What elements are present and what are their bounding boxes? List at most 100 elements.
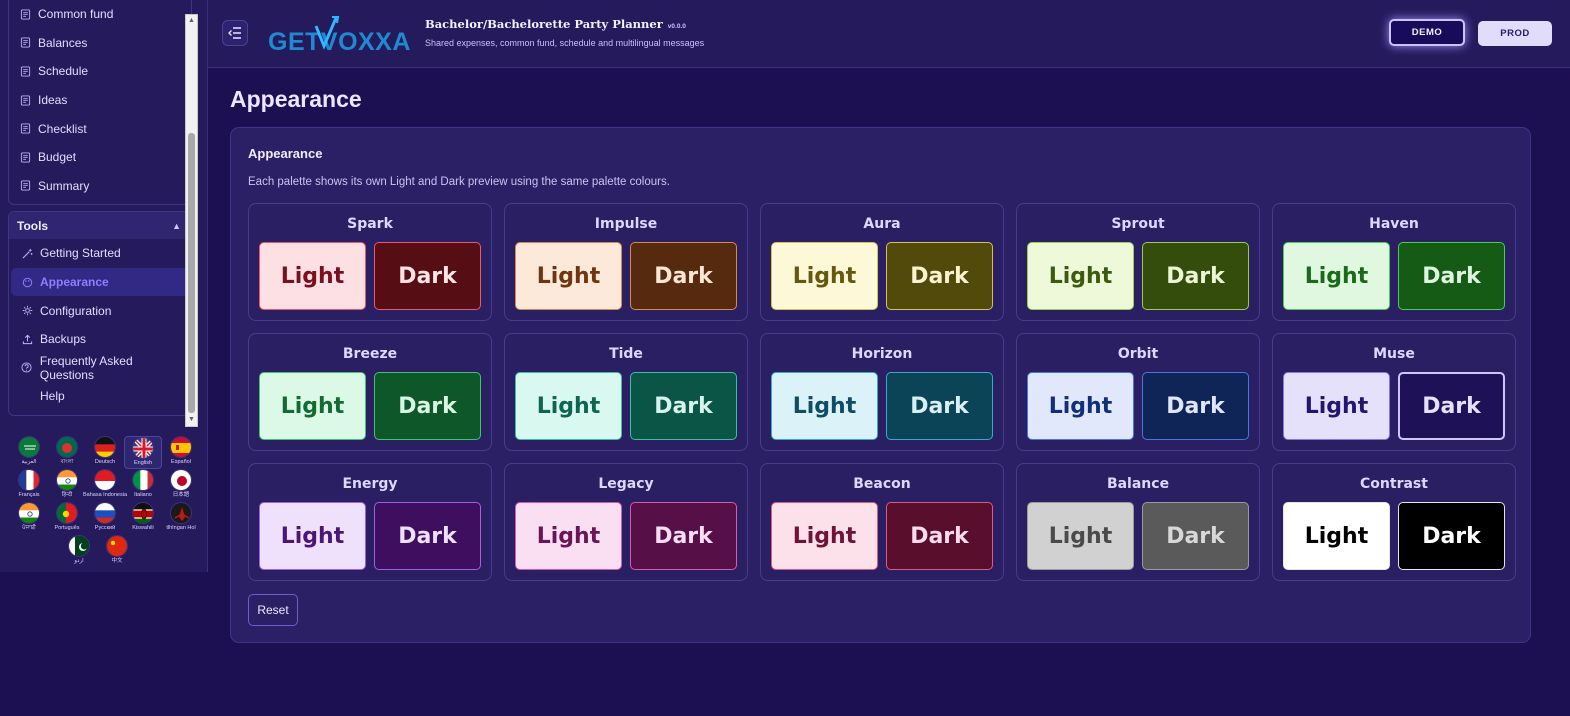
palette-tide-dark-button[interactable]: Dark [630, 372, 737, 440]
palette-muse-dark-button[interactable]: Dark [1398, 372, 1505, 440]
sidebar-item-ideas[interactable]: Ideas [9, 86, 191, 115]
flag-it-icon [132, 469, 154, 491]
palette-card-horizon: Horizon Light Dark [760, 333, 1004, 451]
language-option-sa[interactable]: العربية [10, 436, 48, 469]
palette-legacy-light-button[interactable]: Light [515, 502, 622, 570]
palette-balance-light-button[interactable]: Light [1027, 502, 1134, 570]
nav-main-group: Common fund Balances Schedule Ideas Checklis… [8, 0, 192, 206]
language-option-bd[interactable]: বাংলা [48, 436, 86, 469]
scroll-down-icon[interactable]: ▼ [186, 414, 197, 426]
sidebar-item-common-fund[interactable]: Common fund [9, 0, 191, 29]
language-option-kl[interactable]: tlhIngan Hol [162, 502, 200, 535]
palette-legacy-dark-button[interactable]: Dark [630, 502, 737, 570]
question-icon [21, 362, 33, 374]
sidebar-item-configuration[interactable]: Configuration [11, 296, 189, 325]
palette-haven-light-button[interactable]: Light [1283, 242, 1390, 310]
palette-muse-light-button[interactable]: Light [1283, 372, 1390, 440]
language-option-jp[interactable]: 日本語 [162, 469, 200, 502]
palette-card-contrast: Contrast Light Dark [1272, 463, 1516, 581]
language-option-cn[interactable]: 中文 [98, 535, 136, 568]
scroll-up-icon[interactable]: ▲ [186, 15, 197, 27]
sidebar-nav: Common fund Balances Schedule Ideas Checklis… [0, 0, 200, 428]
tools-section: Tools ▲ Getting Started Appearance Configu… [8, 211, 192, 416]
flag-es-icon [170, 436, 192, 458]
palette-orbit-light-button[interactable]: Light [1027, 372, 1134, 440]
palette-spark-dark-button[interactable]: Dark [374, 242, 481, 310]
language-label: हिन्दी [61, 492, 73, 498]
language-label: ਪੰਜਾਬੀ [22, 525, 36, 531]
language-option-in[interactable]: हिन्दी [48, 469, 86, 502]
sidebar-item-balances[interactable]: Balances [9, 29, 191, 58]
palette-aura-light-button[interactable]: Light [771, 242, 878, 310]
palette-beacon-dark-button[interactable]: Dark [886, 502, 993, 570]
sidebar-item-appearance[interactable]: Appearance [11, 267, 189, 297]
language-option-es[interactable]: Español [162, 436, 200, 469]
palette-sprout-light-button[interactable]: Light [1027, 242, 1134, 310]
palette-aura-dark-button[interactable]: Dark [886, 242, 993, 310]
palette-energy-light-button[interactable]: Light [259, 502, 366, 570]
palette-name: Legacy [598, 476, 654, 492]
scroll-thumb[interactable] [188, 133, 195, 413]
tools-header[interactable]: Tools ▲ [9, 212, 191, 240]
palette-orbit-dark-button[interactable]: Dark [1142, 372, 1249, 440]
sidebar-scrollbar[interactable]: ▲ ▼ [185, 14, 198, 427]
language-label: বাংলা [60, 459, 74, 465]
wand-icon [21, 247, 33, 259]
palette-contrast-dark-button[interactable]: Dark [1398, 502, 1505, 570]
sidebar-item-label: Frequently Asked Questions [39, 353, 133, 382]
flag-gb-icon [132, 437, 154, 459]
language-label: 中文 [111, 558, 123, 564]
sidebar-item-label: Summary [38, 178, 90, 193]
palette-name: Balance [1106, 476, 1170, 492]
palette-balance-dark-button[interactable]: Dark [1142, 502, 1249, 570]
palette-breeze-dark-button[interactable]: Dark [374, 372, 481, 440]
blank-icon [21, 390, 33, 402]
page-title: Appearance [230, 86, 362, 112]
language-option-fr[interactable]: Français [10, 469, 48, 502]
getvoxxa-logo: GETVOXXA [268, 12, 413, 56]
language-option-ru[interactable]: Русский [86, 502, 124, 535]
language-option-gb[interactable]: English [124, 436, 162, 469]
palette-name: Sprout [1111, 216, 1165, 232]
language-option-pk[interactable]: اردو [60, 535, 98, 568]
reset-button[interactable]: Reset [248, 594, 298, 626]
sidebar-item-checklist[interactable]: Checklist [9, 114, 191, 143]
language-label: Français [18, 492, 40, 498]
language-option-id[interactable]: Bahasa Indonesia [83, 469, 127, 502]
palette-card-sprout: Sprout Light Dark [1016, 203, 1260, 321]
palette-horizon-dark-button[interactable]: Dark [886, 372, 993, 440]
sidebar-item-schedule[interactable]: Schedule [9, 57, 191, 86]
palette-tide-light-button[interactable]: Light [515, 372, 622, 440]
sidebar-item-label: Getting Started [40, 246, 121, 261]
palette-breeze-light-button[interactable]: Light [259, 372, 366, 440]
flag-fr-icon [18, 469, 40, 491]
language-option-de[interactable]: Deutsch [86, 436, 124, 469]
demo-button[interactable]: DEMO [1389, 19, 1465, 46]
flag-kl-icon [170, 502, 192, 524]
app-title: Bachelor/Bachelorette Party Planner v0.0.… [425, 17, 686, 31]
palette-card-legacy: Legacy Light Dark [504, 463, 748, 581]
palette-impulse-dark-button[interactable]: Dark [630, 242, 737, 310]
palette-sprout-dark-button[interactable]: Dark [1142, 242, 1249, 310]
palette-haven-dark-button[interactable]: Dark [1398, 242, 1505, 310]
sidebar-item-frequently-asked-questions[interactable]: Frequently Asked Questions [11, 354, 189, 383]
palette-horizon-light-button[interactable]: Light [771, 372, 878, 440]
sidebar-toggle-button[interactable] [222, 20, 248, 46]
sidebar-item-label: Budget [38, 150, 77, 165]
palette-impulse-light-button[interactable]: Light [515, 242, 622, 310]
palette-energy-dark-button[interactable]: Dark [374, 502, 481, 570]
sidebar-item-getting-started[interactable]: Getting Started [11, 239, 189, 268]
prod-button[interactable]: PROD [1478, 21, 1552, 46]
sidebar-item-budget[interactable]: Budget [9, 143, 191, 172]
palette-name: Impulse [594, 216, 658, 232]
language-option-in[interactable]: ਪੰਜਾਬੀ [10, 502, 48, 535]
sidebar-item-backups[interactable]: Backups [11, 325, 189, 354]
palette-beacon-light-button[interactable]: Light [771, 502, 878, 570]
sidebar-item-summary[interactable]: Summary [9, 172, 191, 201]
palette-contrast-light-button[interactable]: Light [1283, 502, 1390, 570]
language-option-it[interactable]: Italiano [124, 469, 162, 502]
language-option-pt[interactable]: Português [48, 502, 86, 535]
sidebar-item-help[interactable]: Help [11, 382, 189, 411]
palette-spark-light-button[interactable]: Light [259, 242, 366, 310]
language-option-ke[interactable]: Kiswahili [124, 502, 162, 535]
